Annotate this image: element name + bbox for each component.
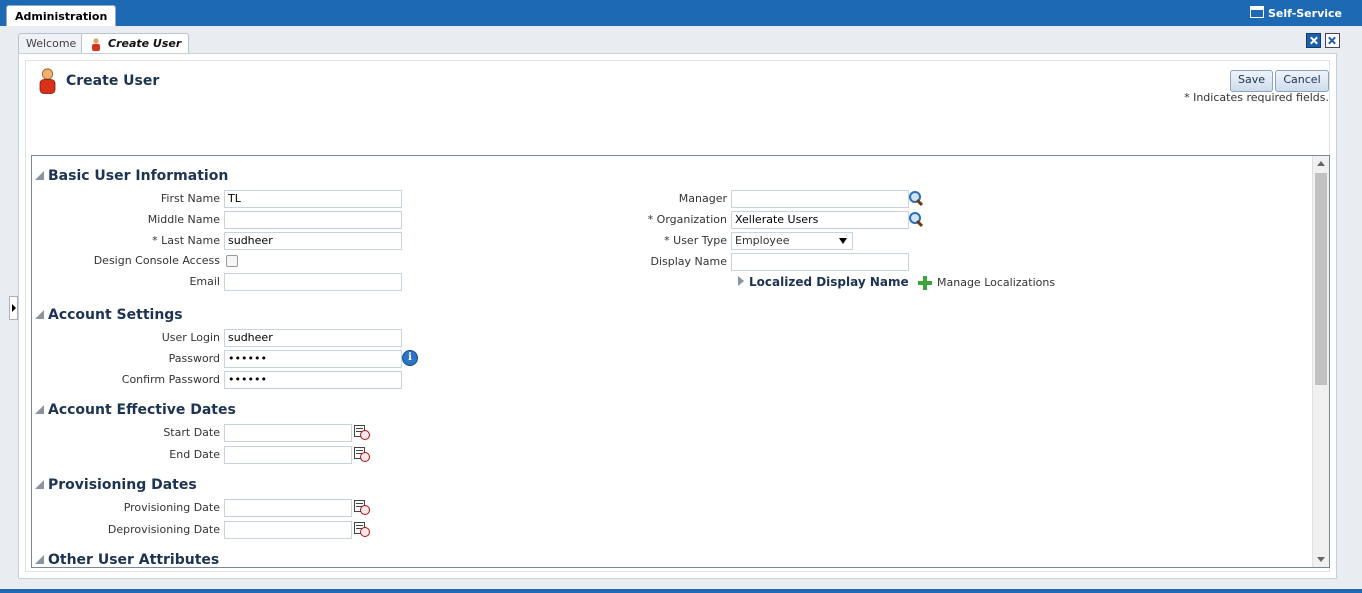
- section-basic-user-information[interactable]: Basic User Information: [35, 168, 228, 184]
- confirm-password-label: Confirm Password: [121, 373, 220, 386]
- section-account-effective-dates[interactable]: Account Effective Dates: [35, 402, 236, 418]
- end-date-field[interactable]: [224, 446, 352, 464]
- section-title: Account Effective Dates: [48, 402, 236, 418]
- page-title: Create User: [66, 73, 160, 89]
- section-other-user-attributes[interactable]: Other User Attributes: [35, 552, 220, 568]
- collapse-triangle-icon: [35, 555, 44, 564]
- close-tab-icon[interactable]: [1306, 33, 1321, 48]
- first-name-label: First Name: [160, 192, 220, 205]
- first-name-field[interactable]: TL: [224, 190, 402, 208]
- user-type-select[interactable]: Employee: [731, 232, 853, 250]
- collapse-triangle-icon: [35, 480, 44, 489]
- collapse-triangle-icon: [35, 171, 44, 180]
- password-label: Password: [168, 352, 220, 365]
- scroll-up-icon[interactable]: [1317, 161, 1325, 166]
- bottom-bar: [0, 589, 1362, 593]
- user-type-value: Employee: [735, 234, 790, 247]
- tab-create-user[interactable]: Create User: [81, 33, 190, 54]
- search-icon[interactable]: [908, 211, 924, 227]
- organization-field[interactable]: Xellerate Users: [731, 211, 909, 229]
- calendar-icon[interactable]: [354, 499, 370, 515]
- start-date-field[interactable]: [224, 424, 352, 442]
- self-service-label: Self-Service: [1267, 7, 1342, 20]
- localized-display-name-disclosure[interactable]: Localized Display Name: [738, 275, 909, 289]
- display-name-field[interactable]: [731, 253, 909, 271]
- middle-name-label: Middle Name: [147, 213, 220, 226]
- middle-name-field[interactable]: [224, 211, 402, 229]
- section-title: Provisioning Dates: [48, 477, 197, 493]
- tab-welcome[interactable]: Welcome: [18, 33, 85, 54]
- manager-field[interactable]: [731, 190, 909, 208]
- manage-localizations-link[interactable]: Manage Localizations: [937, 276, 1055, 289]
- scroll-thumb[interactable]: [1315, 173, 1327, 385]
- form-scroll-region: Basic User Information First Name TL Mid…: [31, 155, 1330, 568]
- user-login-label: User Login: [161, 331, 220, 344]
- calendar-icon[interactable]: [354, 446, 370, 462]
- dropdown-arrow-icon: [839, 238, 847, 244]
- email-field[interactable]: [224, 273, 402, 291]
- self-service-link[interactable]: Self-Service: [1249, 6, 1342, 21]
- password-field[interactable]: ••••••: [224, 350, 402, 368]
- cancel-button[interactable]: Cancel: [1275, 70, 1329, 92]
- manager-label: Manager: [678, 192, 727, 205]
- expand-triangle-icon: [738, 276, 744, 286]
- section-title: Basic User Information: [48, 168, 229, 184]
- user-icon: [92, 38, 100, 51]
- vertical-scrollbar[interactable]: [1312, 156, 1329, 567]
- section-account-settings[interactable]: Account Settings: [35, 307, 183, 323]
- search-icon[interactable]: [908, 190, 924, 206]
- user-login-field[interactable]: sudheer: [224, 329, 402, 347]
- top-bar: Administration Self-Service: [0, 0, 1362, 27]
- self-service-icon: [1249, 6, 1264, 18]
- organization-label: * Organization: [647, 213, 727, 226]
- user-icon: [39, 68, 56, 94]
- user-type-label: * User Type: [664, 234, 727, 247]
- provisioning-date-field[interactable]: [224, 499, 352, 517]
- design-console-access-checkbox[interactable]: [226, 255, 238, 267]
- localized-display-name-label: Localized Display Name: [749, 275, 909, 289]
- calendar-icon[interactable]: [354, 521, 370, 537]
- last-name-label: * Last Name: [152, 234, 220, 247]
- collapse-triangle-icon: [35, 310, 44, 319]
- end-date-label: End Date: [169, 448, 220, 461]
- tab-actions: [1302, 33, 1340, 51]
- close-all-tabs-icon[interactable]: [1325, 33, 1340, 48]
- design-console-access-label: Design Console Access: [93, 254, 220, 267]
- provisioning-date-label: Provisioning Date: [123, 501, 220, 514]
- scroll-down-icon[interactable]: [1317, 557, 1325, 562]
- calendar-icon[interactable]: [354, 424, 370, 440]
- required-fields-note: * Indicates required fields.: [1184, 91, 1329, 104]
- tab-administration[interactable]: Administration: [6, 5, 117, 27]
- section-title: Account Settings: [48, 307, 183, 323]
- plus-icon[interactable]: [918, 276, 932, 290]
- email-label: Email: [189, 275, 220, 288]
- tab-create-user-label: Create User: [108, 37, 182, 50]
- display-name-label: Display Name: [650, 255, 728, 268]
- section-provisioning-dates[interactable]: Provisioning Dates: [35, 477, 197, 493]
- collapse-triangle-icon: [35, 405, 44, 414]
- confirm-password-field[interactable]: ••••••: [224, 371, 402, 389]
- deprovisioning-date-field[interactable]: [224, 521, 352, 539]
- save-button[interactable]: Save: [1230, 70, 1273, 92]
- last-name-field[interactable]: sudheer: [224, 232, 402, 250]
- expand-panel-handle[interactable]: [9, 296, 18, 320]
- deprovisioning-date-label: Deprovisioning Date: [107, 523, 220, 536]
- info-icon[interactable]: i: [402, 350, 418, 366]
- section-title: Other User Attributes: [48, 552, 220, 568]
- start-date-label: Start Date: [163, 426, 220, 439]
